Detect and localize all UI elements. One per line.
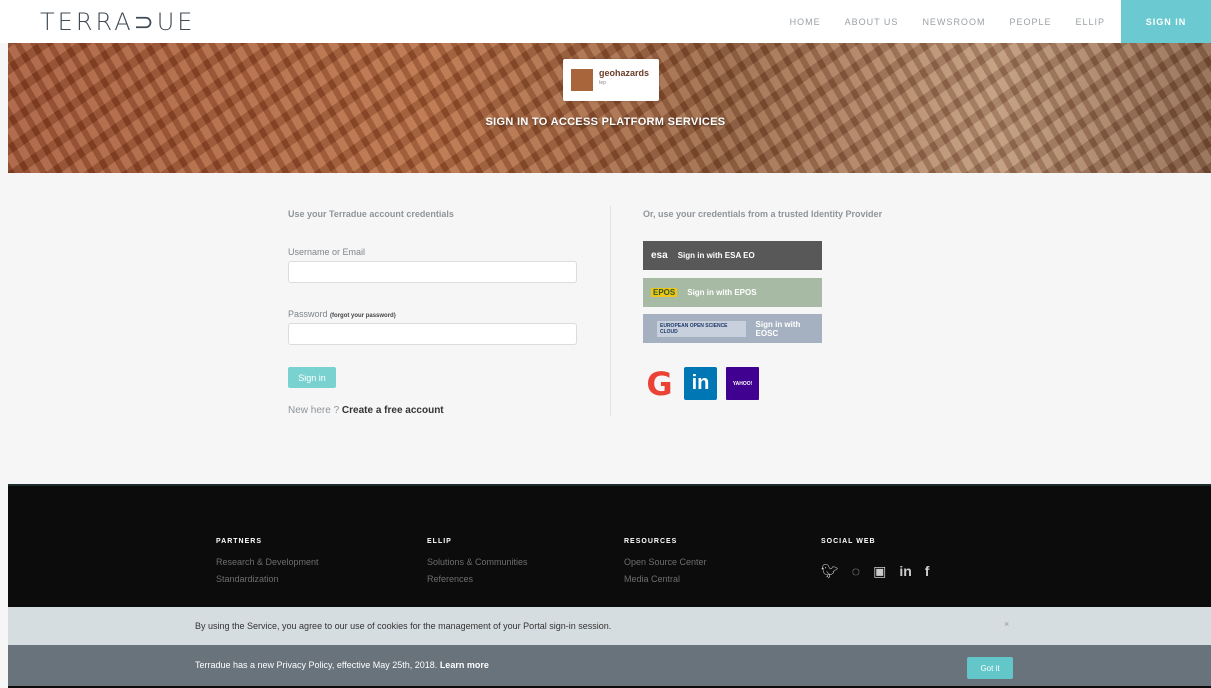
privacy-policy-bar: Terradue has a new Privacy Policy, effec…	[8, 645, 1211, 686]
footer-resources-title: RESOURCES	[624, 538, 678, 545]
main-nav: HOME ABOUT US NEWSROOM PEOPLE ELLIP SIGN…	[766, 0, 1211, 43]
credentials-heading: Use your Terradue account credentials	[288, 209, 454, 219]
platform-subname: tep	[599, 80, 606, 86]
footer-link[interactable]: References	[427, 571, 528, 588]
footer-resources: RESOURCES Open Source Center Media Centr…	[624, 538, 707, 588]
facebook-icon[interactable]: f	[925, 563, 930, 580]
nav-people[interactable]: PEOPLE	[1009, 17, 1051, 27]
nav-newsroom[interactable]: NEWSROOM	[922, 17, 985, 27]
footer-ellip: ELLIP Solutions & Communities References	[427, 538, 528, 588]
epos-logo-icon: EPOS	[651, 288, 678, 297]
slideshare-icon[interactable]: ▣	[873, 563, 886, 580]
esa-signin-button[interactable]: esa Sign in with ESA EO	[643, 241, 822, 270]
footer-link[interactable]: Media Central	[624, 571, 707, 588]
yahoo-signin-icon[interactable]: YAHOO!	[726, 367, 759, 400]
footer-link[interactable]: Solutions & Communities	[427, 554, 528, 571]
learn-more-link[interactable]: Learn more	[440, 660, 489, 670]
sign-in-button[interactable]: Sign in	[288, 367, 336, 388]
eosc-signin-button[interactable]: EUROPEAN OPEN SCIENCE CLOUD Sign in with…	[643, 314, 822, 343]
linkedin-signin-icon[interactable]: in	[684, 367, 717, 400]
github-icon[interactable]: ◌	[852, 563, 860, 580]
esa-logo-icon: esa	[651, 250, 668, 261]
cookie-notice-bar: By using the Service, you agree to our u…	[8, 607, 1211, 645]
footer-link[interactable]: Open Source Center	[624, 554, 707, 571]
new-here-label: New here ?	[288, 405, 340, 416]
privacy-policy-text: Terradue has a new Privacy Policy, effec…	[195, 660, 489, 670]
eosc-logo-icon: EUROPEAN OPEN SCIENCE CLOUD	[657, 320, 746, 337]
idp-heading: Or, use your credentials from a trusted …	[643, 209, 883, 219]
footer-social: SOCIAL WEB	[821, 538, 876, 545]
create-account-link[interactable]: Create a free account	[342, 405, 444, 416]
got-it-button[interactable]: Got it	[967, 657, 1013, 679]
close-icon[interactable]: ×	[1004, 619, 1009, 629]
new-here-text: New here ? Create a free account	[288, 405, 444, 416]
nav-about-us[interactable]: ABOUT US	[845, 17, 899, 27]
footer-link[interactable]: Research & Development	[216, 554, 319, 571]
username-label: Username or Email	[288, 247, 366, 257]
cookie-notice-text: By using the Service, you agree to our u…	[195, 621, 612, 631]
eosc-signin-label: Sign in with EOSC	[755, 319, 801, 338]
google-signin-icon[interactable]: G	[643, 365, 676, 403]
geohazards-logo: geohazards tep	[563, 59, 659, 101]
esa-signin-label: Sign in with ESA EO	[677, 251, 755, 260]
username-input[interactable]	[288, 261, 577, 283]
nav-home[interactable]: HOME	[790, 17, 821, 27]
footer-ellip-title: ELLIP	[427, 538, 452, 545]
twitter-icon[interactable]: 🐦︎	[821, 563, 839, 580]
column-divider	[610, 206, 611, 416]
terradue-logo[interactable]: TERRA⊃UE	[40, 8, 195, 36]
password-label: Password (forgot your password)	[288, 309, 396, 319]
epos-signin-button[interactable]: EPOS Sign in with EPOS	[643, 278, 822, 307]
nav-ellip[interactable]: ELLIP	[1075, 17, 1105, 27]
social-icons: 🐦︎ ◌ ▣ in f	[821, 563, 929, 580]
hero-title: SIGN IN TO ACCESS PLATFORM SERVICES	[485, 116, 726, 128]
nav-sign-in-button[interactable]: SIGN IN	[1121, 0, 1211, 43]
footer-link[interactable]: Standardization	[216, 571, 319, 588]
footer-partners-title: PARTNERS	[216, 538, 262, 545]
top-navbar: TERRA⊃UE HOME ABOUT US NEWSROOM PEOPLE E…	[0, 0, 1211, 43]
password-input[interactable]	[288, 323, 577, 345]
geohazards-mark-icon	[571, 69, 593, 91]
password-label-text: Password	[288, 309, 328, 319]
footer-partners: PARTNERS Research & Development Standard…	[216, 538, 319, 588]
epos-signin-label: Sign in with EPOS	[687, 288, 757, 297]
footer-social-title: SOCIAL WEB	[821, 538, 876, 545]
privacy-policy-label: Terradue has a new Privacy Policy, effec…	[195, 660, 438, 670]
forgot-password-link[interactable]: (forgot your password)	[330, 313, 396, 319]
linkedin-icon[interactable]: in	[899, 563, 911, 580]
platform-name: geohazards	[599, 68, 650, 78]
